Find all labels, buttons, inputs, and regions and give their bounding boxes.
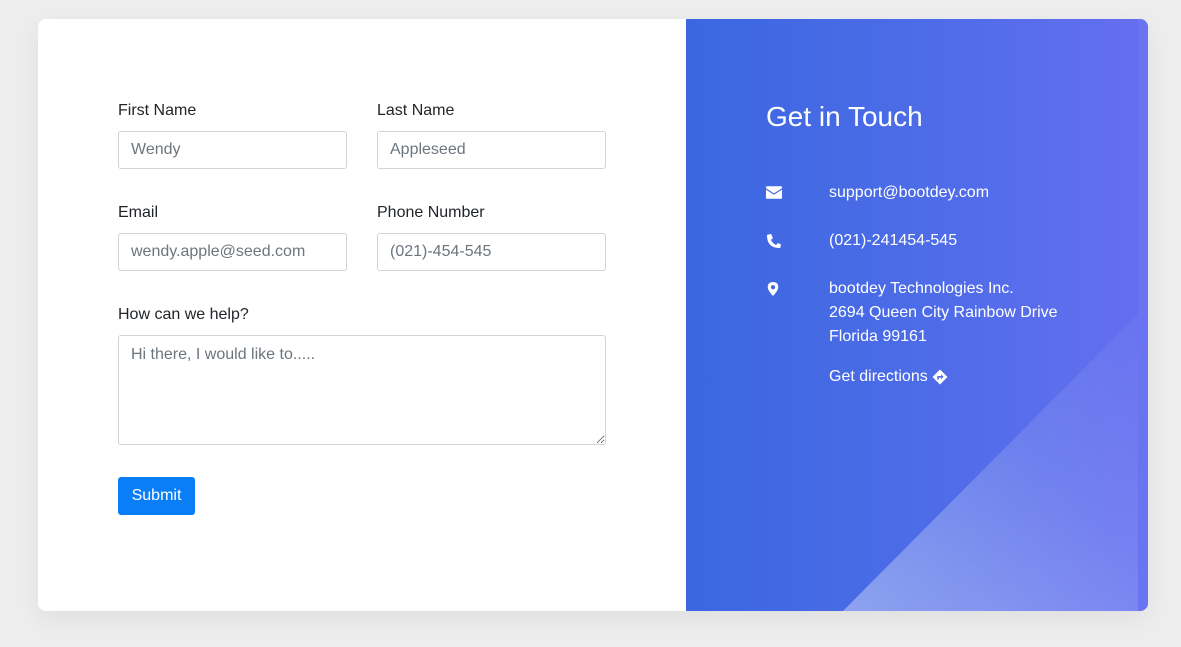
address-line-1: bootdey Technologies Inc. <box>829 280 1014 297</box>
first-name-input[interactable] <box>118 131 347 169</box>
email-group: Email <box>118 203 347 271</box>
first-name-label: First Name <box>118 102 197 119</box>
submit-button[interactable]: Submit <box>118 477 195 515</box>
phone-group: Phone Number <box>377 203 606 271</box>
last-name-group: Last Name <box>377 101 606 169</box>
phone-icon <box>767 233 782 248</box>
contact-email-text[interactable]: support@bootdey.com <box>829 181 989 205</box>
first-name-group: First Name <box>118 101 347 169</box>
email-input[interactable] <box>118 233 347 271</box>
envelope-icon <box>766 186 782 199</box>
contact-info-panel: Get in Touch support@bootdey.com (021)-2… <box>686 19 1148 611</box>
get-directions-link[interactable]: Get directions <box>829 365 948 389</box>
contact-form: First Name Last Name Email Phone Number … <box>38 19 686 611</box>
contact-card: First Name Last Name Email Phone Number … <box>38 19 1148 611</box>
message-textarea[interactable] <box>118 335 606 445</box>
contact-title: Get in Touch <box>766 101 923 132</box>
contact-phone-text[interactable]: (021)-241454-545 <box>829 229 957 253</box>
phone-input[interactable] <box>377 233 606 271</box>
message-group: How can we help? <box>118 305 606 445</box>
phone-label: Phone Number <box>377 204 485 221</box>
last-name-label: Last Name <box>377 102 455 119</box>
directions-icon <box>932 369 948 385</box>
address-line-3: Florida 99161 <box>829 328 927 345</box>
message-label: How can we help? <box>118 306 249 323</box>
map-marker-icon <box>767 282 779 296</box>
last-name-input[interactable] <box>377 131 606 169</box>
email-label: Email <box>118 204 159 221</box>
address-line-2: 2694 Queen City Rainbow Drive <box>829 304 1058 321</box>
get-directions-label: Get directions <box>829 368 928 385</box>
